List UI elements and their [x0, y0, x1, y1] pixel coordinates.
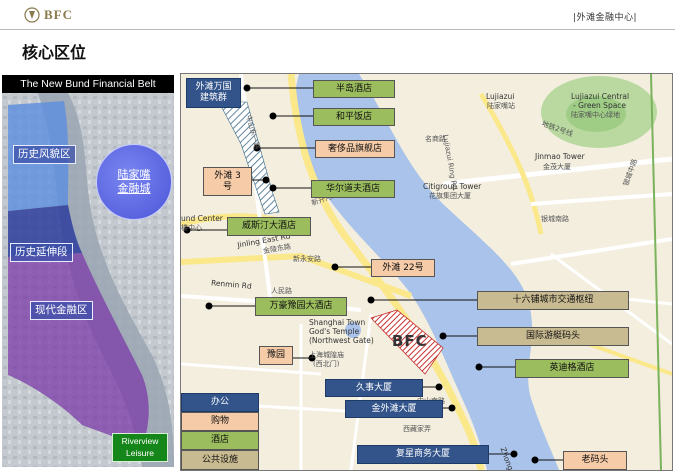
callout-waldorf-hotel: 华尔道夫酒店 [311, 180, 395, 198]
map-label-citigroup-cn: 花旗集团大厦 [429, 192, 471, 200]
bfc-logo-icon [24, 7, 40, 23]
callout-peace-hotel: 和平饭店 [313, 108, 395, 126]
map-label-yincheng-s: 银城南路 [541, 215, 569, 223]
callout-text: 建筑群 [199, 93, 227, 103]
header-divider [0, 29, 675, 30]
map-label-lujiazui-central: Lujiazui Central [571, 92, 630, 101]
callout-yacht-marina: 国际游艇码头 [477, 327, 629, 346]
callout-golden-bund-building: 金外滩大厦 [345, 400, 443, 418]
map-label-renmin-cn: 人民路 [271, 287, 292, 295]
callout-bund-22: 外滩 22号 [371, 259, 435, 277]
page-title: 核心区位 [22, 43, 87, 62]
map-label-xinyongan-rd: 新永安路 [293, 255, 321, 263]
org-name: |外滩金融中心| [572, 13, 637, 23]
callout-westin-hotel: 威斯汀大酒店 [227, 217, 311, 236]
map-label-lujiazui-station: 陆家嘴站 [487, 102, 515, 110]
callout-old-wharf: 老码头 [563, 451, 627, 470]
callout-yuyuan-garden: 豫园 [259, 346, 293, 365]
lujiazui-finance-city-circle: 陆家嘴 金融城 [96, 144, 172, 220]
callout-indigo-hotel: 英迪格酒店 [515, 359, 629, 378]
callout-peninsula-hotel: 半岛酒店 [313, 80, 395, 98]
map-label-town-god-2: God's Temple [309, 327, 360, 336]
logo-text: BFC [44, 7, 73, 22]
riverview-line2: Leisure [126, 448, 154, 458]
map-label-town-god-1: Shanghai Town [309, 318, 366, 327]
map-label-lujiazui: Lujiazui [486, 92, 515, 101]
riverview-leisure-badge: Riverview Leisure [112, 433, 168, 462]
callout-marriott-yuyuan: 万豪豫园大酒店 [255, 297, 347, 316]
map-label-jinmao-tower: Jinmao Tower [535, 152, 585, 161]
zone-label-historic: 历史风貌区 [13, 145, 76, 164]
map-label-mingshang-rd: 名商路 [425, 135, 446, 143]
map-label-town-god-3: (Northwest Gate) [309, 336, 374, 345]
bfc-site-label: BFC [392, 332, 428, 350]
callout-text: 外滩万国 [195, 82, 232, 92]
callout-bund-international-buildings: 外滩万国 建筑群 [186, 78, 241, 108]
map-label-bund-center-cn: 楼中心 [181, 224, 202, 232]
callout-text: 外滩 3 [214, 170, 241, 181]
belt-aerial-image [2, 75, 174, 467]
map-label-northwest-cn: (西北门) [313, 360, 340, 368]
legend-shopping: 购物 [181, 412, 259, 431]
map-label-jinmao-cn: 金茂大厦 [543, 163, 571, 171]
zone-label-modern-finance: 现代金融区 [30, 301, 93, 320]
map-label-central-green: 陆家嘴中心绿地 [571, 111, 620, 119]
callout-16pu-transport-hub: 十六铺城市交通枢纽 [477, 291, 629, 310]
callout-bund-3: 外滩 3 号 [203, 167, 252, 196]
riverview-line1: Riverview [121, 436, 159, 446]
lujiazui-line2: 金融城 [117, 183, 151, 195]
map-label-xizang-alley: 西藏家弄 [403, 425, 431, 433]
callout-text: 号 [222, 181, 232, 192]
lujiazui-line1: 陆家嘴 [117, 169, 151, 181]
map-label-bund-center: und Center [181, 214, 223, 223]
zone-label-extension: 历史延伸段 [10, 243, 73, 262]
map-label-green-space: - Green Space [573, 101, 627, 110]
callout-jiushi-building: 久事大厦 [325, 379, 423, 397]
legend-public-facilities: 公共设施 [181, 450, 259, 470]
callout-luxury-flagship: 奢侈品旗舰店 [315, 140, 395, 158]
callout-fosun-business-building: 复星商务大厦 [357, 445, 489, 464]
location-map: Lujiazui 陆家嘴站 Lujiazui Central - Green S… [180, 73, 673, 471]
financial-belt-panel: The New Bund Financial Belt 历史风貌区 历史延伸段 … [2, 75, 174, 467]
belt-title: The New Bund Financial Belt [2, 75, 174, 93]
legend-office: 办公 [181, 393, 259, 412]
legend-hotel: 酒店 [181, 431, 259, 450]
